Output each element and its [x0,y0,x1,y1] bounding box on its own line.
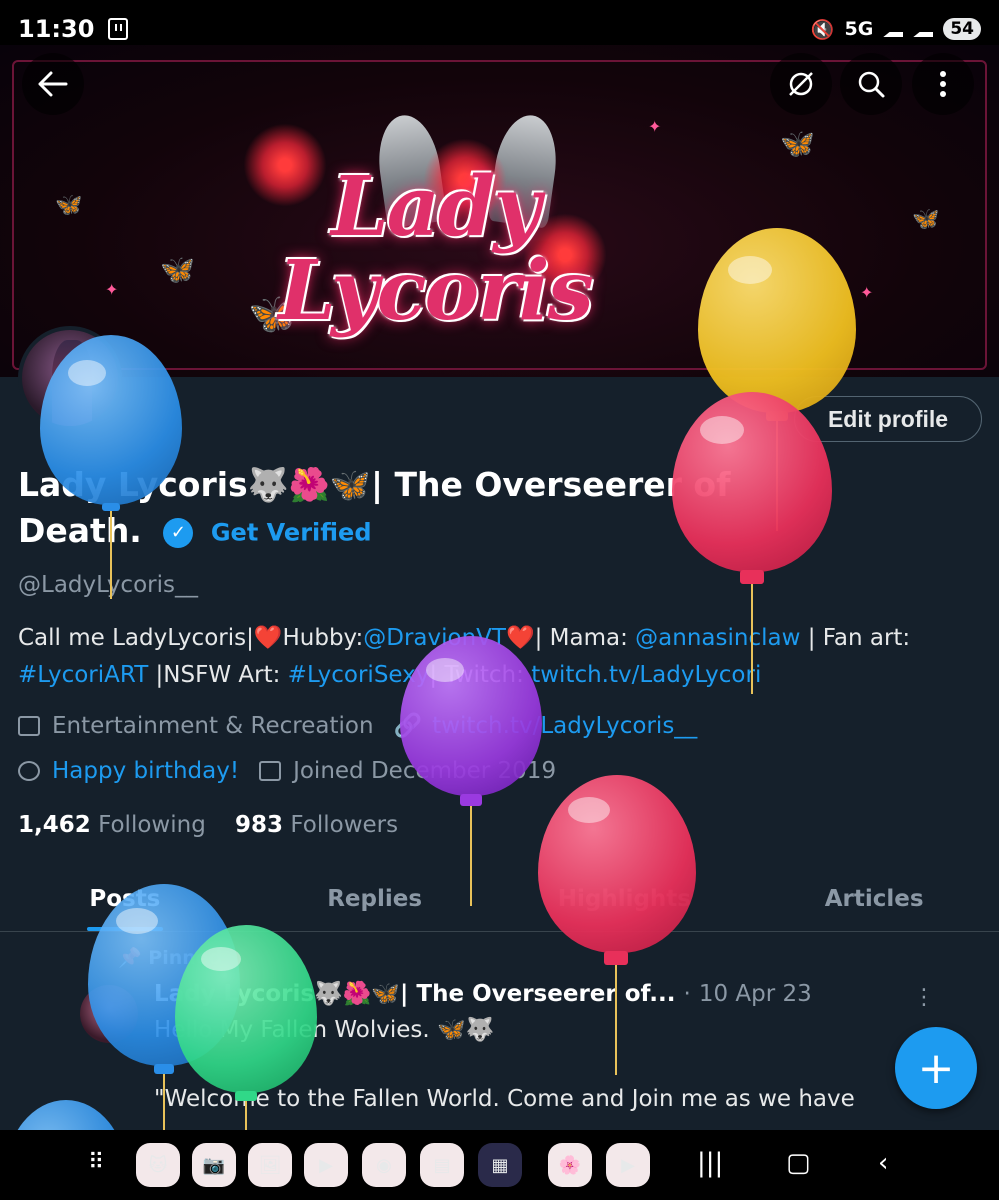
following-link[interactable]: 1,462 Following [18,812,206,838]
search-button[interactable] [840,53,902,115]
hide-icon [789,72,813,96]
network-label: 5G [844,18,874,40]
mute-icon: 🔇 [810,18,835,41]
app-drawer-icon[interactable]: ⠿ [88,1150,104,1175]
tab-highlights[interactable]: Highlights [500,868,750,931]
verified-badge-icon: ✓ [163,517,194,548]
butterfly-icon: 🦋 [780,127,815,160]
profile-website-link[interactable]: twitch.tv/LadyLycoris__ [432,713,697,739]
status-icons: 🔇 5G 54 [811,18,981,41]
signal-icon [913,21,934,37]
balloon-blue [5,1100,127,1130]
sparkle-icon: ✦ [648,117,662,136]
cat-app-icon[interactable]: 🐱 [136,1143,180,1187]
post-author-name[interactable]: Lady Lycoris🐺🌺🦋| The Overseerer of... [154,981,676,1007]
profile-category: Entertainment & Recreation [52,712,374,739]
gallery-icon[interactable]: 🖼 [248,1143,292,1187]
wallet-icon[interactable]: ▤ [420,1143,464,1187]
avatar[interactable] [18,326,122,430]
post-header: Lady Lycoris🐺🌺🦋| The Overseerer of... · … [154,980,854,1007]
post-text-line: "Welcome to the Fallen World. Come and J… [154,1086,855,1112]
youtube-icon[interactable]: ▶ [606,1143,650,1187]
butterfly-icon: 🦋 [55,193,83,218]
signal-icon [883,21,904,37]
followers-count: 983 [235,812,284,838]
more-vertical-icon [940,71,946,97]
pinned-label-text: Pinned [148,947,223,969]
birthday-link[interactable]: Happy birthday! [52,758,239,784]
bio-text: | Fan art: [800,625,911,651]
calendar-icon [259,761,282,781]
butterfly-icon: 🦋 [912,207,940,232]
bio-mention-link[interactable]: @annasinclaw [635,625,800,651]
link-icon: 🔗 [393,713,423,739]
balloon-icon [18,761,40,781]
profile-handle: @LadyLycoris__ [18,572,198,598]
home-icon[interactable]: ▢ [786,1148,811,1178]
twitch-notification-icon [108,18,129,40]
briefcase-icon [18,715,40,736]
bio-text: | Twitch: [429,662,532,688]
multi-window-icon[interactable]: ▦ [478,1143,522,1187]
following-count: 1,462 [18,812,91,838]
sparkle-icon: ✦ [860,283,874,302]
camera-icon[interactable]: 📷 [192,1143,236,1187]
sparkle-icon: ✦ [105,280,119,299]
post-separator: · [683,981,691,1007]
profile-meta-row: Entertainment & Recreation 🔗 twitch.tv/L… [18,712,697,739]
bio-text: ❤️| Mama: [505,625,636,651]
post-date[interactable]: 10 Apr 23 [699,981,812,1007]
compose-post-button[interactable]: + [895,1027,977,1109]
display-name-text: Lady Lycoris🐺🌺🦋| The Overseerer of Death… [18,465,731,550]
hide-button[interactable] [770,53,832,115]
butterfly-icon: 🦋 [160,253,195,286]
more-button[interactable] [912,53,974,115]
bio-text: |NSFW Art: [148,662,288,688]
banner-logo-line1: Lady [331,159,541,255]
pinned-label: 📌 Pinned [118,947,223,969]
post-text-line: Hello My Fallen Wolvies. 🦋🐺 [154,1017,495,1043]
get-verified-link[interactable]: Get Verified [211,519,372,547]
bio-text: Call me LadyLycoris|❤️Hubby: [18,625,364,651]
tab-posts[interactable]: Posts [0,868,250,931]
recents-icon[interactable]: ||| [697,1148,723,1178]
tab-articles[interactable]: Articles [749,868,999,931]
play-store-icon[interactable]: ▶ [304,1143,348,1187]
search-icon [858,71,885,98]
followers-link[interactable]: 983 Followers [235,812,398,838]
joined-date: Joined December 2019 [293,758,557,784]
post-more-icon[interactable]: ⋮ [913,985,935,1010]
profile-tabs: Posts Replies Highlights Articles [0,868,999,932]
bio-mention-link[interactable]: @DravionVT [363,625,506,651]
banner-logo-line2: Lycoris [278,243,594,339]
display-name: Lady Lycoris🐺🌺🦋| The Overseerer of Death… [18,462,778,556]
banner-logo: Lady Lycoris [270,165,600,333]
youtube-music-icon[interactable]: ◉ [362,1143,406,1187]
back-icon[interactable]: ‹ [878,1148,888,1178]
battery-level: 54 [943,18,981,40]
back-button[interactable] [22,53,84,115]
following-label: Following [98,812,206,838]
back-arrow-icon [38,71,68,97]
edit-profile-button[interactable]: Edit profile [794,396,982,442]
profile-meta-row: Happy birthday! Joined December 2019 [18,758,556,784]
clock: 11:30 [18,15,95,43]
follow-counts: 1,462 Following 983 Followers [18,812,398,838]
bio-twitch-link[interactable]: twitch.tv/LadyLycori [531,662,761,688]
bio-hashtag-link[interactable]: #LycoriART [18,662,148,688]
tab-replies[interactable]: Replies [250,868,500,931]
bio-hashtag-link[interactable]: #LycoriSexy [288,662,430,688]
followers-label: Followers [290,812,399,838]
profile-bio: Call me LadyLycoris|❤️Hubby:@DravionVT❤️… [18,620,978,694]
post-author-avatar[interactable] [80,985,138,1043]
anime-app-icon[interactable]: 🌸 [548,1143,592,1187]
